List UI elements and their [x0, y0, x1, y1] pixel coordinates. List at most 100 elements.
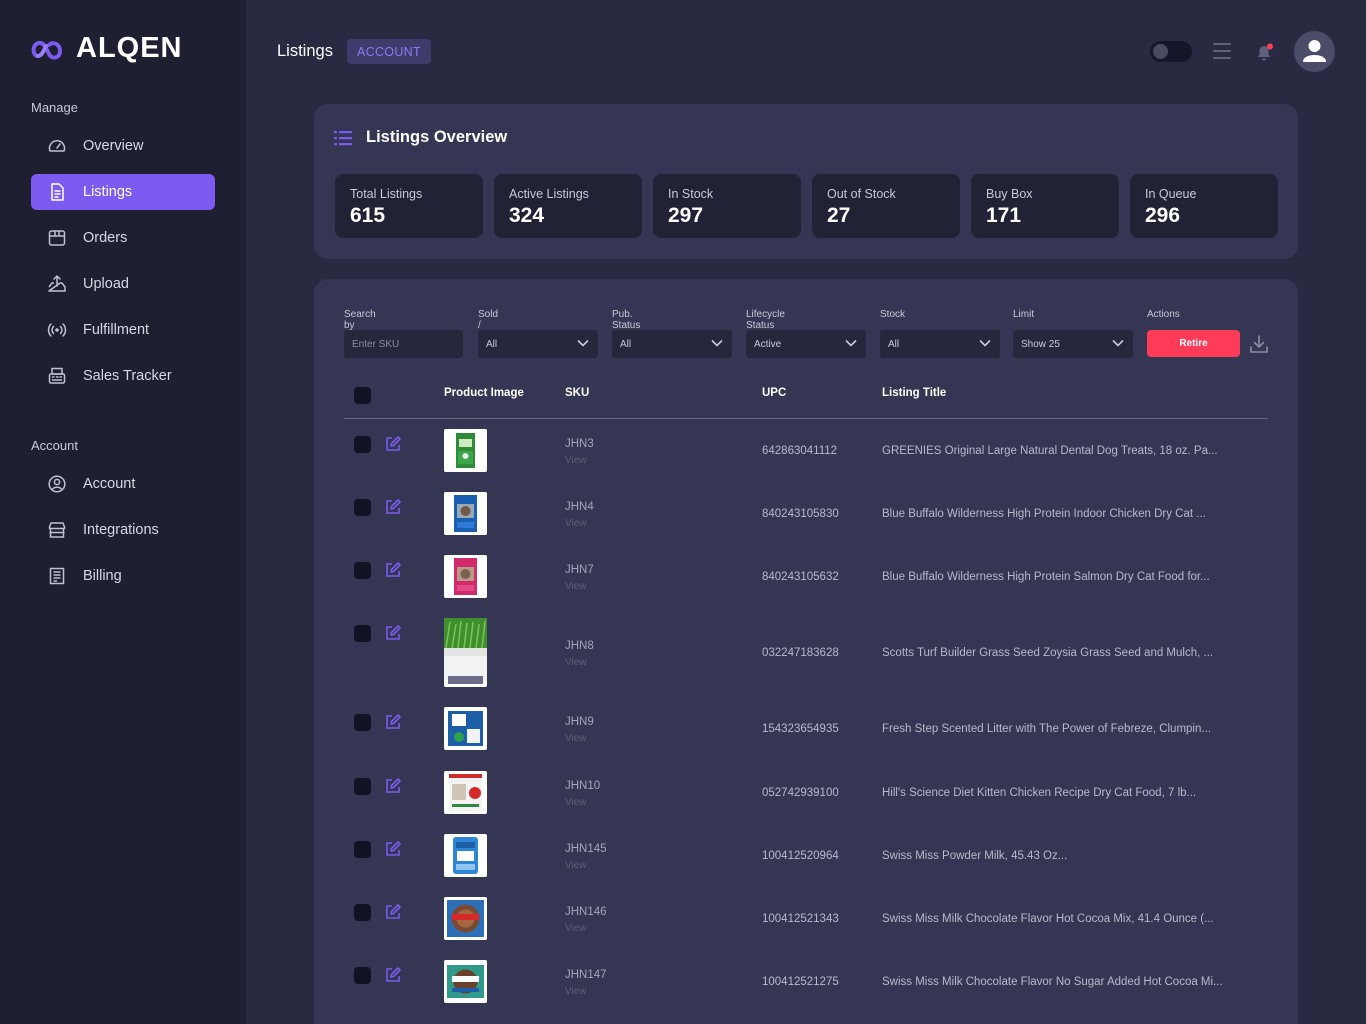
- stat-label: In Queue: [1145, 187, 1197, 201]
- avatar[interactable]: [1294, 31, 1335, 72]
- title-cell: Blue Buffalo Wilderness High Protein Sal…: [882, 571, 1210, 583]
- sidebar-item-billing[interactable]: Billing: [31, 558, 215, 594]
- sidebar-item-sales-tracker[interactable]: Sales Tracker: [31, 358, 215, 394]
- store-icon: [48, 522, 66, 538]
- theme-toggle[interactable]: [1150, 41, 1192, 62]
- view-link[interactable]: View: [565, 797, 587, 808]
- sold-select[interactable]: All: [478, 330, 598, 358]
- upload-icon: [48, 275, 66, 292]
- edit-icon[interactable]: [384, 713, 402, 731]
- download-icon[interactable]: [1248, 333, 1270, 355]
- retire-button[interactable]: Retire: [1147, 330, 1240, 357]
- stat-label: In Stock: [668, 187, 714, 201]
- receipt-icon: [49, 567, 65, 585]
- search-sku-field[interactable]: [344, 330, 463, 358]
- sidebar-item-label: Fulfillment: [83, 322, 150, 338]
- product-image[interactable]: [444, 960, 487, 1003]
- lifecycle-select[interactable]: Active: [746, 330, 866, 358]
- menu-icon[interactable]: [1213, 43, 1231, 59]
- product-image-art: [444, 771, 487, 814]
- sidebar-item-upload[interactable]: Upload: [31, 266, 215, 302]
- upc-cell: 840243105830: [762, 508, 839, 520]
- select-value: Active: [754, 338, 782, 350]
- select-value: All: [888, 338, 900, 350]
- sidebar-item-fulfillment[interactable]: Fulfillment: [31, 312, 215, 348]
- product-image[interactable]: [444, 618, 487, 687]
- brand[interactable]: ALQEN: [30, 32, 183, 65]
- product-image[interactable]: [444, 707, 487, 750]
- view-link[interactable]: View: [565, 518, 587, 529]
- filter-label: Limit: [1013, 309, 1035, 320]
- sidebar-item-label: Orders: [83, 230, 128, 246]
- overview-title: Listings Overview: [366, 128, 508, 146]
- stat-in-queue[interactable]: In Queue 296: [1130, 174, 1278, 238]
- edit-icon[interactable]: [384, 624, 402, 642]
- limit-select[interactable]: Show 25: [1013, 330, 1133, 358]
- row-checkbox[interactable]: [354, 499, 371, 516]
- product-image[interactable]: [444, 555, 487, 598]
- column-header-title[interactable]: Listing Title: [882, 387, 946, 399]
- stats-row: Total Listings 615 Active Listings 324 In …: [335, 174, 1278, 238]
- view-link[interactable]: View: [565, 657, 587, 668]
- edit-icon[interactable]: [384, 966, 402, 984]
- sidebar-item-label: Sales Tracker: [83, 368, 172, 384]
- sidebar-item-label: Billing: [83, 568, 122, 584]
- column-header-image[interactable]: Product Image: [444, 387, 524, 399]
- sidebar-item-overview[interactable]: Overview: [31, 128, 215, 164]
- stat-active-listings[interactable]: Active Listings 324: [494, 174, 642, 238]
- view-link[interactable]: View: [565, 581, 587, 592]
- row-checkbox[interactable]: [354, 714, 371, 731]
- product-image[interactable]: [444, 771, 487, 814]
- sku-cell: JHN145: [565, 843, 607, 855]
- product-image[interactable]: [444, 429, 487, 472]
- stat-out-of-stock[interactable]: Out of Stock 27: [812, 174, 960, 238]
- edit-icon[interactable]: [384, 561, 402, 579]
- view-link[interactable]: View: [565, 860, 587, 871]
- stat-total-listings[interactable]: Total Listings 615: [335, 174, 483, 238]
- pub-status-select[interactable]: All: [612, 330, 732, 358]
- edit-icon[interactable]: [384, 498, 402, 516]
- sidebar-item-account[interactable]: Account: [31, 466, 215, 502]
- filter-label: Search by SKU: [344, 309, 376, 342]
- view-link[interactable]: View: [565, 986, 587, 997]
- column-header-upc[interactable]: UPC: [762, 387, 786, 399]
- row-checkbox[interactable]: [354, 778, 371, 795]
- chevron-down-icon: [979, 339, 991, 347]
- row-checkbox[interactable]: [354, 967, 371, 984]
- sku-cell: JHN146: [565, 906, 607, 918]
- product-image-art: [444, 429, 487, 472]
- view-link[interactable]: View: [565, 923, 587, 934]
- sidebar-item-orders[interactable]: Orders: [31, 220, 215, 256]
- row-checkbox[interactable]: [354, 436, 371, 453]
- row-checkbox[interactable]: [354, 562, 371, 579]
- bell-icon[interactable]: [1254, 42, 1274, 62]
- column-header-sku[interactable]: SKU: [565, 387, 589, 399]
- product-image[interactable]: [444, 492, 487, 535]
- sidebar-item-integrations[interactable]: Integrations: [31, 512, 215, 548]
- view-link[interactable]: View: [565, 455, 587, 466]
- stat-buy-box[interactable]: Buy Box 171: [971, 174, 1119, 238]
- stat-in-stock[interactable]: In Stock 297: [653, 174, 801, 238]
- upc-cell: 100412521343: [762, 913, 839, 925]
- edit-icon[interactable]: [384, 777, 402, 795]
- title-cell: Swiss Miss Milk Chocolate Flavor Hot Coc…: [882, 913, 1214, 925]
- sidebar-item-listings[interactable]: Listings: [31, 174, 215, 210]
- row-checkbox[interactable]: [354, 904, 371, 921]
- sku-cell: JHN3: [565, 438, 594, 450]
- row-checkbox[interactable]: [354, 841, 371, 858]
- breadcrumb-account[interactable]: ACCOUNT: [347, 39, 431, 64]
- product-image[interactable]: [444, 834, 487, 877]
- select-all-checkbox[interactable]: [354, 387, 371, 404]
- product-image-art: [444, 492, 487, 535]
- edit-icon[interactable]: [384, 840, 402, 858]
- row-checkbox[interactable]: [354, 625, 371, 642]
- chevron-down-icon: [1112, 339, 1124, 347]
- view-link[interactable]: View: [565, 733, 587, 744]
- product-image[interactable]: [444, 897, 487, 940]
- stock-select[interactable]: All: [880, 330, 1000, 358]
- edit-icon[interactable]: [384, 435, 402, 453]
- edit-icon[interactable]: [384, 903, 402, 921]
- filter-sold: Sold / Not Sold All: [478, 309, 598, 358]
- search-sku-input[interactable]: [352, 338, 455, 350]
- manage-section-label: Manage: [31, 100, 78, 115]
